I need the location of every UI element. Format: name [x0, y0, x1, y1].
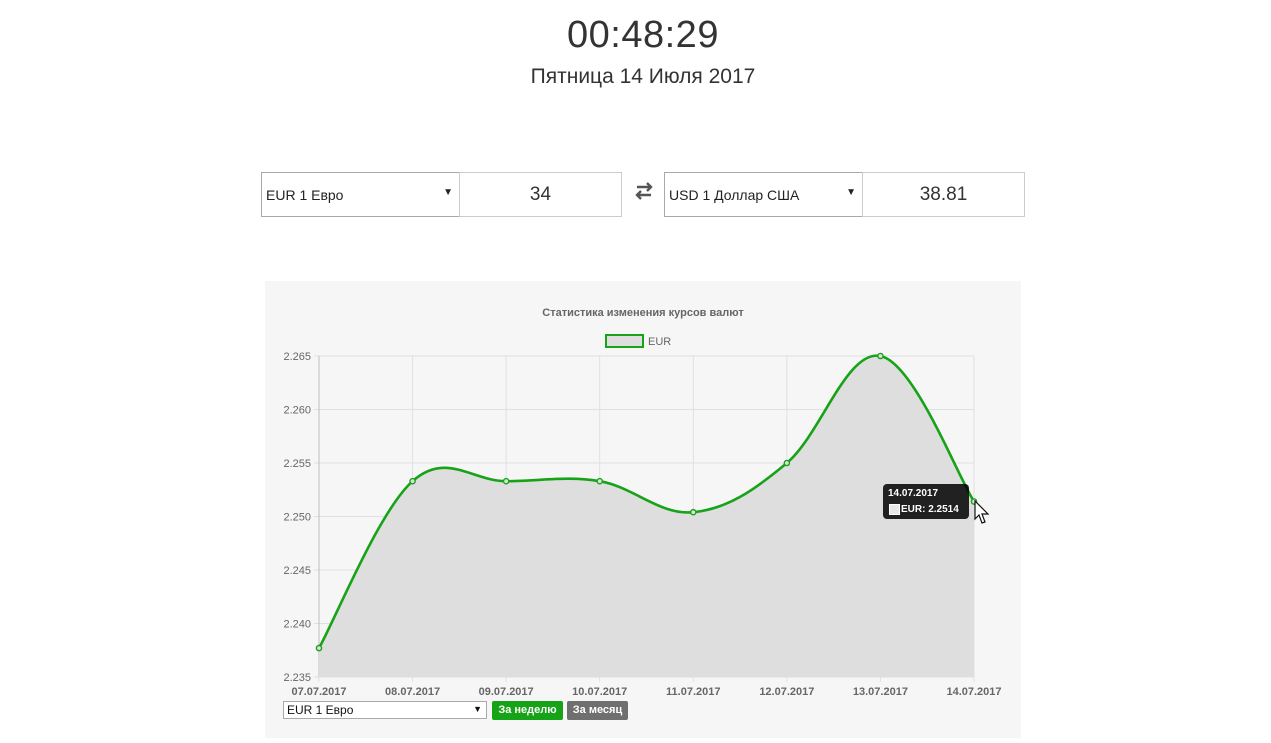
- data-point[interactable]: [502, 477, 510, 485]
- from-currency-value: EUR 1 Евро: [266, 187, 344, 203]
- to-amount-input[interactable]: 38.81: [862, 172, 1025, 217]
- from-currency-select[interactable]: EUR 1 Евро ▼: [261, 172, 460, 217]
- chart-currency-select[interactable]: EUR 1 Евро ▼: [283, 701, 487, 719]
- legend-label: EUR: [648, 336, 671, 348]
- chart-area: [317, 354, 976, 677]
- dropdown-arrow-icon: ▼: [443, 187, 453, 198]
- legend-swatch: [605, 334, 644, 348]
- x-tick-label: 07.07.2017: [291, 686, 346, 698]
- tooltip-swatch: [889, 504, 900, 515]
- to-currency-value: USD 1 Доллар США: [669, 187, 800, 203]
- chart-currency-value: EUR 1 Евро: [287, 703, 354, 717]
- x-tick-label: 14.07.2017: [946, 686, 1001, 698]
- x-tick-label: 13.07.2017: [853, 686, 908, 698]
- x-tick-label: 12.07.2017: [759, 686, 814, 698]
- x-tick-label: 10.07.2017: [572, 686, 627, 698]
- x-tick-label: 11.07.2017: [666, 686, 720, 698]
- dropdown-arrow-icon: ▼: [846, 187, 856, 198]
- data-point[interactable]: [596, 477, 604, 485]
- swap-arrows-icon[interactable]: [633, 180, 655, 202]
- data-point[interactable]: [783, 459, 791, 467]
- y-tick-label: 2.235: [283, 672, 311, 684]
- data-point[interactable]: [877, 352, 884, 360]
- x-tick-label: 08.07.2017: [385, 686, 440, 698]
- to-currency-select[interactable]: USD 1 Доллар США ▼: [664, 172, 863, 217]
- week-button[interactable]: За неделю: [492, 701, 563, 720]
- data-point[interactable]: [315, 644, 323, 652]
- y-tick-label: 2.250: [283, 512, 311, 524]
- data-point[interactable]: [689, 508, 697, 516]
- from-amount-input[interactable]: 34: [459, 172, 622, 217]
- y-tick-label: 2.255: [283, 458, 311, 470]
- y-axis-labels: 2.235 2.240 2.245 2.250 2.255 2.260 2.265: [283, 351, 311, 684]
- chart-title: Статистика изменения курсов валют: [542, 307, 744, 319]
- data-point[interactable]: [409, 477, 416, 485]
- clock-time: 00:48:29: [567, 14, 719, 56]
- dropdown-arrow-icon: ▼: [473, 704, 482, 714]
- mouse-cursor-icon: [974, 500, 990, 524]
- month-button[interactable]: За месяц: [567, 701, 628, 720]
- y-tick-label: 2.260: [283, 405, 311, 417]
- tooltip-date: 14.07.2017: [888, 488, 939, 499]
- series-area-eur: [319, 355, 974, 677]
- current-date: Пятница 14 Июля 2017: [530, 65, 756, 88]
- y-tick-label: 2.245: [283, 565, 311, 577]
- tooltip-value: EUR: 2.2514: [901, 504, 959, 515]
- chart-tooltip: 14.07.2017 EUR: 2.2514: [883, 484, 969, 519]
- x-axis-labels: 07.07.2017 08.07.2017 09.07.2017 10.07.2017…: [291, 686, 1001, 698]
- y-tick-label: 2.240: [283, 619, 311, 631]
- y-tick-label: 2.265: [283, 351, 311, 363]
- x-tick-label: 09.07.2017: [479, 686, 534, 698]
